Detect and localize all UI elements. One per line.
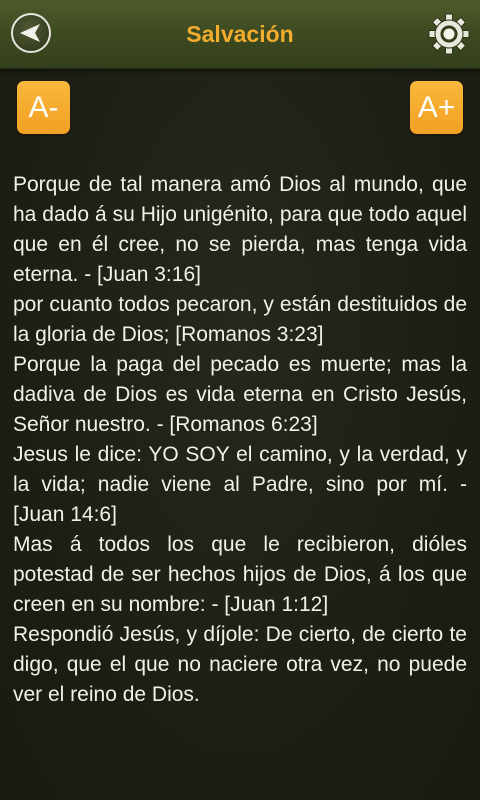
app-screen: Salvación A- A+ Porque de tal manera amó… [0,0,480,800]
verse-text: Porque de tal manera amó Dios al mundo, … [13,173,467,286]
decrease-font-button[interactable]: A- [17,81,70,134]
verse-text: Jesus le dice: YO SOY el camino, y la ve… [13,443,467,526]
verse-list: Porque de tal manera amó Dios al mundo, … [13,170,467,710]
verse-text: por cuanto todos pecaron, y están destit… [13,293,467,346]
gear-icon [428,13,470,55]
increase-font-button[interactable]: A+ [410,81,463,134]
verse-text: Mas á todos los que le recibieron, dióle… [13,533,467,616]
verse-text: Porque la paga del pecado es muerte; mas… [13,353,467,436]
navigation-bar: Salvación [0,0,480,69]
verse-text: Respondió Jesús, y díjole: De cierto, de… [13,623,467,706]
page-title: Salvación [186,21,294,47]
settings-button[interactable] [427,12,471,56]
